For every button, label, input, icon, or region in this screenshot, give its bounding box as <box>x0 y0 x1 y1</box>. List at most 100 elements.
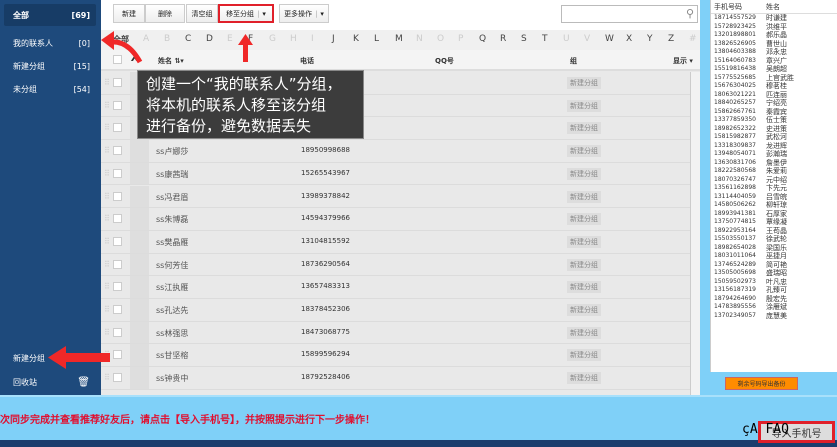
letter-p[interactable]: P <box>458 34 463 44</box>
phone-list-row[interactable]: 13377859350 伍士策 <box>711 116 837 125</box>
letter-j[interactable]: J <box>332 34 335 44</box>
row-checkbox[interactable] <box>113 327 122 337</box>
row-checkbox[interactable] <box>113 259 122 269</box>
drag-handle-icon[interactable]: ⠿ <box>104 123 110 132</box>
letter-x[interactable]: X <box>626 34 632 44</box>
table-row[interactable]: ⠿ ss康茜瑞 15265543967 新建分组 <box>101 162 700 186</box>
phone-list[interactable]: 手机号码 姓名 18714557529 时谦建 15728923425 洪维平 13201… <box>710 0 837 372</box>
table-row[interactable]: ⠿ ss钟贵中 18792528406 新建分组 <box>101 367 700 390</box>
drag-handle-icon[interactable]: ⠿ <box>104 350 110 359</box>
phone-list-row[interactable]: 15164060783 章兴广 <box>711 57 837 66</box>
row-checkbox[interactable] <box>113 282 122 292</box>
letter-i[interactable]: I <box>311 34 314 44</box>
table-row[interactable]: ⠿ ss冯君眉 13989378842 新建分组 <box>101 185 700 209</box>
drag-handle-icon[interactable]: ⠿ <box>104 373 110 382</box>
search-input[interactable]: ⚲ <box>561 5 698 23</box>
row-checkbox[interactable] <box>113 146 122 156</box>
row-checkbox[interactable] <box>113 78 122 87</box>
phone-list-row[interactable]: 15815982877 武松河 <box>711 133 837 142</box>
table-row[interactable]: ⠿ ss孔达先 18378452306 新建分组 <box>101 299 700 322</box>
row-checkbox[interactable] <box>113 123 122 133</box>
phone-list-row[interactable]: 15775525685 上官武胜 <box>711 74 837 83</box>
letter-q[interactable]: Q <box>479 34 486 44</box>
letter-w[interactable]: W <box>605 34 614 44</box>
letter-n[interactable]: N <box>416 34 423 44</box>
letter-h[interactable]: H <box>290 34 297 44</box>
letter-z[interactable]: Z <box>668 34 674 44</box>
delete-button[interactable]: 删除 <box>145 4 185 23</box>
phone-list-row[interactable]: 15862667761 秦霞宾 <box>711 108 837 117</box>
phone-list-row[interactable]: 18070326747 元中绍 <box>711 176 837 185</box>
phone-list-row[interactable]: 18714557529 时谦建 <box>711 14 837 23</box>
letter-k[interactable]: K <box>353 34 359 44</box>
letter-a[interactable]: A <box>143 34 149 44</box>
letter-y[interactable]: Y <box>647 34 653 44</box>
drag-handle-icon[interactable]: ⠿ <box>104 305 110 314</box>
drag-handle-icon[interactable]: ⠿ <box>104 146 110 155</box>
move-to-group-button[interactable]: 移至分组 | ▾ <box>218 4 274 23</box>
drag-handle-icon[interactable]: ⠿ <box>104 282 110 291</box>
phone-list-row[interactable]: 18840265257 宁绍亮 <box>711 99 837 108</box>
table-row[interactable]: ⠿ ss朱博磊 14594379966 新建分组 <box>101 208 700 231</box>
phone-list-row[interactable]: 18222580568 朱爱莉 <box>711 167 837 176</box>
phone-list-row[interactable]: 13318309837 龙进辉 <box>711 142 837 151</box>
row-checkbox[interactable] <box>113 100 122 110</box>
row-checkbox[interactable] <box>113 236 122 246</box>
phone-list-row[interactable]: 15676304025 穆茗桂 <box>711 82 837 91</box>
export-remaining-button[interactable]: 剩余号码导出备份 <box>725 377 798 390</box>
phone-list-row[interactable]: 13505005698 盛瑞昭 <box>711 269 837 278</box>
letter-hash[interactable]: # <box>689 34 697 44</box>
table-row[interactable]: ⠿ ss卢娜莎 18950998688 新建分组 <box>101 140 700 163</box>
phone-list-row[interactable]: 14783895556 涂雁斌 <box>711 303 837 312</box>
letter-g[interactable]: G <box>269 34 276 44</box>
drag-handle-icon[interactable]: ⠿ <box>104 237 110 246</box>
row-checkbox[interactable] <box>113 214 122 224</box>
table-row[interactable]: ⠿ ss江执雁 13657483313 新建分组 <box>101 276 700 299</box>
row-checkbox[interactable] <box>113 305 122 314</box>
scrollbar[interactable] <box>690 72 700 395</box>
header-name[interactable]: 姓名 ⇅▾ <box>158 56 184 66</box>
drag-handle-icon[interactable]: ⠿ <box>104 328 110 337</box>
letter-t[interactable]: T <box>542 34 548 44</box>
drag-handle-icon[interactable]: ⠿ <box>104 192 110 201</box>
row-checkbox[interactable] <box>113 373 122 383</box>
phone-list-row[interactable]: 18063021221 匹连丽 <box>711 91 837 100</box>
phone-list-row[interactable]: 15059502973 叶凡忠 <box>711 278 837 287</box>
drag-handle-icon[interactable]: ⠿ <box>104 78 110 87</box>
recycle-bin[interactable]: 回收站 🗑 <box>4 371 96 393</box>
table-row[interactable]: ⠿ ss樊晶雁 13104815592 新建分组 <box>101 230 700 254</box>
phone-list-row[interactable]: 13804603388 邓永忠 <box>711 48 837 57</box>
sidebar-item-new-group[interactable]: 新建分组 [15] <box>4 55 96 77</box>
drag-handle-icon[interactable]: ⠿ <box>104 169 110 178</box>
letter-l[interactable]: L <box>374 34 379 44</box>
sidebar-item-my-contacts[interactable]: 我的联系人 [0] <box>4 32 96 54</box>
phone-list-row[interactable]: 13826526905 曹世山 <box>711 40 837 49</box>
phone-list-row[interactable]: 18982654028 梁国乐 <box>711 244 837 253</box>
letter-b[interactable]: B <box>164 34 170 44</box>
phone-list-row[interactable]: 13746524289 简可艳 <box>711 261 837 270</box>
select-all-checkbox[interactable] <box>113 55 122 64</box>
phone-list-row[interactable]: 15519816438 吴朗超 <box>711 65 837 74</box>
row-checkbox[interactable] <box>113 350 122 360</box>
phone-list-row[interactable]: 18982652322 史进策 <box>711 125 837 134</box>
letter-s[interactable]: S <box>521 34 527 44</box>
phone-list-row[interactable]: 18993941381 石厚家 <box>711 210 837 219</box>
phone-list-row[interactable]: 13702349057 庞慧美 <box>711 312 837 321</box>
table-row[interactable]: ⠿ ss何芳佳 18736290564 新建分组 <box>101 253 700 277</box>
phone-list-row[interactable]: 13114404059 吕雪皖 <box>711 193 837 202</box>
row-checkbox[interactable] <box>113 191 122 201</box>
phone-list-row[interactable]: 13156187319 孔臻可 <box>711 286 837 295</box>
phone-list-row[interactable]: 18922953164 王苟晶 <box>711 227 837 236</box>
letter-d[interactable]: D <box>206 34 213 44</box>
new-group-button[interactable]: 新建分组 <box>4 347 96 369</box>
new-button[interactable]: 新建 <box>113 4 145 23</box>
letter-all[interactable]: 全部 <box>113 34 129 45</box>
phone-list-row[interactable]: 13948054071 彭瀚瑞 <box>711 150 837 159</box>
letter-m[interactable]: M <box>395 34 403 44</box>
drag-handle-icon[interactable]: ⠿ <box>104 260 110 269</box>
letter-r[interactable]: R <box>500 34 506 44</box>
phone-list-row[interactable]: 18794264690 殷宏先 <box>711 295 837 304</box>
phone-list-row[interactable]: 13750774815 覃缘凝 <box>711 218 837 227</box>
phone-list-row[interactable]: 14580506262 柳轩琼 <box>711 201 837 210</box>
table-row[interactable]: ⠿ ss甘坚榕 15899596294 新建分组 <box>101 344 700 368</box>
